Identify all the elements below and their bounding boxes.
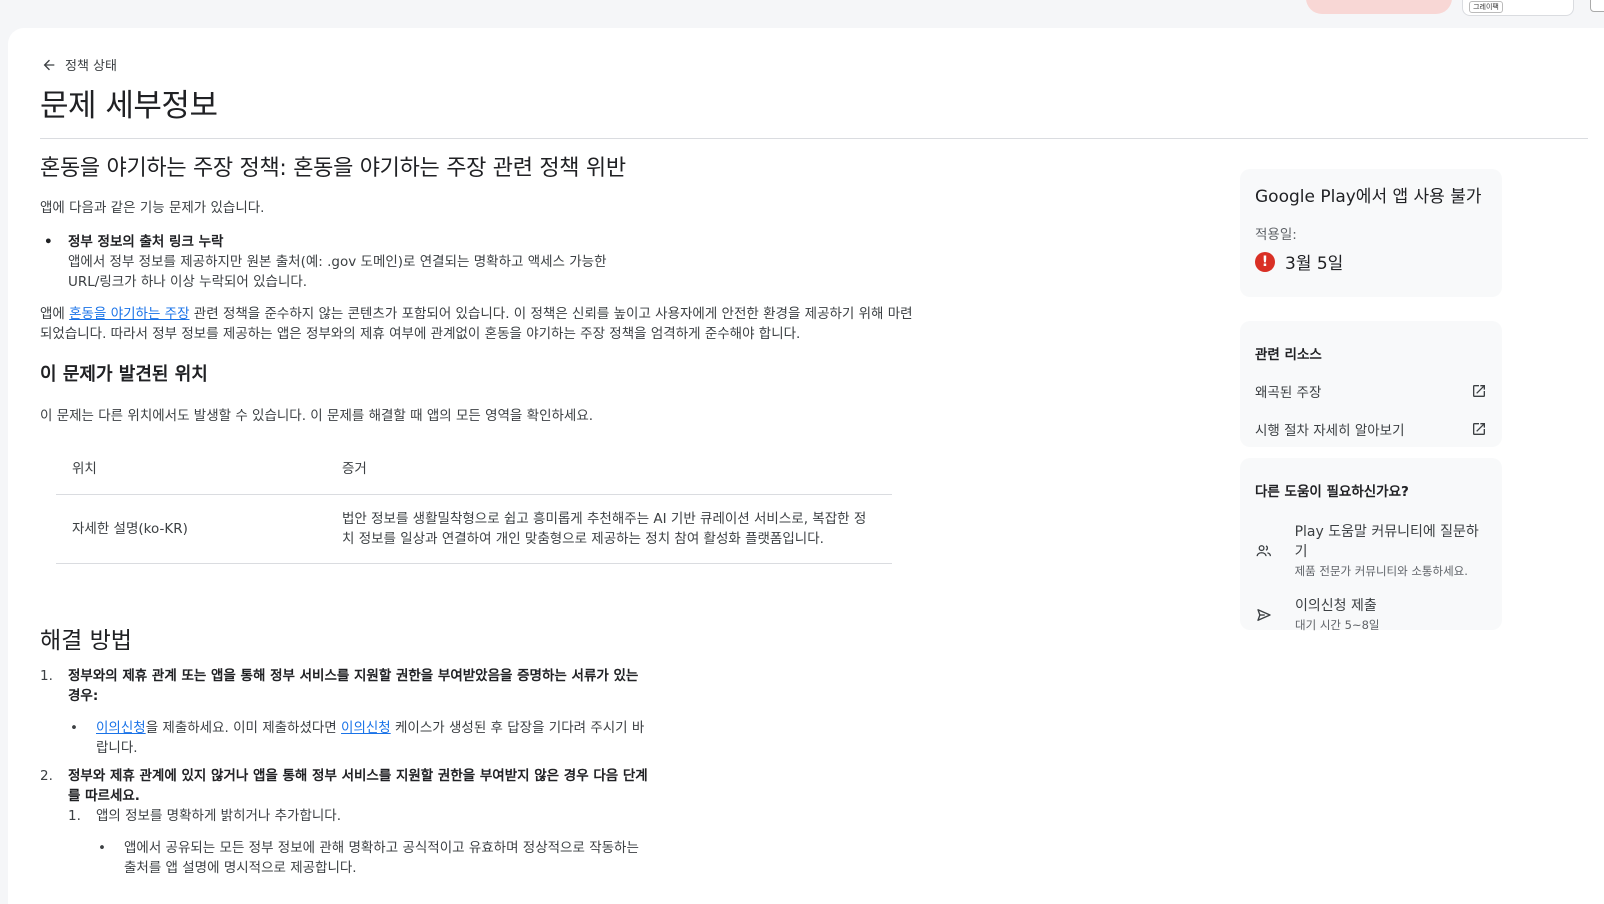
sub-1-text: 앱의 정보를 명확하게 밝히거나 추가합니다. — [96, 807, 342, 824]
table-row: 자세한 설명(ko-KR) 법안 정보를 생활밀착형으로 쉽고 흥미롭게 추천해… — [56, 494, 892, 564]
sub-1-number: 1. — [68, 807, 81, 824]
resources-title: 관련 리소스 — [1255, 347, 1322, 363]
appeal-link-1[interactable]: 이의신청 — [96, 720, 146, 736]
step-1-text: 정부와의 제휴 관계 또는 앱을 통해 정부 서비스를 지원할 권한을 부여받았… — [68, 667, 639, 704]
help-title: 다른 도움이 필요하신가요? — [1255, 484, 1409, 500]
col-location: 위치 — [56, 444, 326, 495]
sub-1-bullet: 앱에서 공유되는 모든 정부 정보에 관해 명확하고 공식적이고 유효하며 정상… — [96, 838, 650, 878]
back-label: 정책 상태 — [65, 59, 117, 74]
top-pill-button[interactable] — [1306, 0, 1452, 14]
back-link[interactable]: 정책 상태 — [41, 55, 117, 74]
resource-label: 시행 절차 자세히 알아보기 — [1255, 423, 1405, 439]
developer-logo: 그레이팩 — [1469, 1, 1503, 13]
issue-list: 정부 정보의 출처 링크 누락 앱에서 정부 정보를 제공하지만 원본 출처(예… — [44, 232, 920, 292]
send-icon — [1257, 609, 1271, 621]
issue-bullet-title: 정부 정보의 출처 링크 누락 — [44, 232, 920, 252]
resources-card: 관련 리소스 왜곡된 주장 시행 절차 자세히 알아보기 — [1240, 321, 1502, 447]
header-divider — [40, 138, 1588, 139]
applied-label: 적용일: — [1255, 227, 1297, 243]
open-in-new-icon — [1473, 423, 1485, 435]
appeal-sub: 대기 시간 5~8일 — [1295, 618, 1380, 632]
page-title: 문제 세부정보 — [40, 88, 218, 124]
step-2-text: 정부와 제휴 관계에 있지 않거나 앱을 통해 정부 서비스를 지원할 권한을 … — [68, 767, 648, 804]
policy-prefix: 앱에 — [40, 306, 70, 322]
col-evidence: 증거 — [326, 444, 892, 495]
step-1-number: 1. — [40, 667, 53, 684]
issue-bullet-desc: 앱에서 정부 정보를 제공하지만 원본 출처(예: .gov 도메인)로 연결되… — [68, 254, 607, 290]
location-note: 이 문제는 다른 위치에서도 발생할 수 있습니다. 이 문제를 해결할 때 앱… — [40, 408, 594, 424]
status-card: Google Play에서 앱 사용 불가 적용일: ! 3월 5일 — [1240, 169, 1502, 297]
resource-label: 왜곡된 주장 — [1255, 385, 1322, 401]
location-heading: 이 문제가 발견된 위치 — [40, 364, 208, 385]
issue-content: 혼동을 야기하는 주장 정책: 혼동을 야기하는 주장 관련 정책 위반 앱에 … — [40, 146, 920, 886]
help-card: 다른 도움이 필요하신가요? Play 도움말 커뮤니티에 질문하기 제품 전문… — [1240, 458, 1502, 632]
top-bar: 그레이팩 — [0, 0, 1604, 28]
applied-date-row: ! 3월 5일 — [1255, 249, 1487, 274]
fix-step-2: 2. 정부와 제휴 관계에 있지 않거나 앱을 통해 정부 서비스를 지원할 권… — [40, 766, 650, 878]
community-label: Play 도움말 커뮤니티에 질문하기 — [1294, 524, 1479, 560]
main-panel: 정책 상태 문제 세부정보 혼동을 야기하는 주장 정책: 혼동을 야기하는 주… — [8, 28, 1604, 904]
step-2-sub-1: 1. 앱의 정보를 명확하게 밝히거나 추가합니다. 앱에서 공유되는 모든 정… — [68, 806, 650, 878]
people-icon — [1256, 545, 1272, 557]
appeal-link-2[interactable]: 이의신청 — [341, 720, 391, 736]
help-community[interactable]: Play 도움말 커뮤니티에 질문하기 제품 전문가 커뮤니티와 소통하세요. — [1255, 522, 1487, 580]
policy-link[interactable]: 혼동을 야기하는 주장 — [69, 306, 189, 322]
top-edge-button[interactable] — [1590, 0, 1604, 12]
resource-link-distorted-claims[interactable]: 왜곡된 주장 — [1255, 381, 1487, 401]
issue-title: 혼동을 야기하는 주장 정책: 혼동을 야기하는 주장 관련 정책 위반 — [40, 156, 626, 181]
fix-step-1: 1. 정부와의 제휴 관계 또는 앱을 통해 정부 서비스를 지원할 권한을 부… — [40, 666, 650, 758]
applied-date: 3월 5일 — [1285, 254, 1344, 274]
open-in-new-icon — [1473, 385, 1485, 397]
error-icon: ! — [1255, 251, 1275, 272]
step-1-mid: 을 제출하세요. 이미 제출하셨다면 — [145, 719, 342, 736]
step-2-number: 2. — [40, 767, 53, 784]
step-1-bullet: 이의신청을 제출하세요. 이미 제출하셨다면 이의신청 케이스가 생성된 후 답… — [68, 718, 650, 758]
account-chip[interactable]: 그레이팩 — [1462, 0, 1574, 16]
fix-steps: 1. 정부와의 제휴 관계 또는 앱을 통해 정부 서비스를 지원할 권한을 부… — [40, 666, 650, 878]
arrow-back-icon — [43, 59, 55, 70]
community-sub: 제품 전문가 커뮤니티와 소통하세요. — [1294, 564, 1468, 578]
resource-link-enforcement[interactable]: 시행 절차 자세히 알아보기 — [1255, 419, 1487, 439]
help-appeal[interactable]: 이의신청 제출 대기 시간 5~8일 — [1255, 596, 1487, 634]
row-location: 자세한 설명(ko-KR) — [56, 494, 326, 564]
fix-heading: 해결 방법 — [40, 627, 132, 654]
status-title: Google Play에서 앱 사용 불가 — [1255, 187, 1482, 207]
policy-paragraph: 앱에 혼동을 야기하는 주장 관련 정책을 준수하지 않는 콘텐츠가 포함되어 … — [40, 304, 920, 344]
row-evidence: 법안 정보를 생활밀착형으로 쉽고 흥미롭게 추천해주는 AI 기반 큐레이션 … — [326, 494, 892, 564]
appeal-label: 이의신청 제출 — [1295, 598, 1377, 614]
location-table: 위치 증거 자세한 설명(ko-KR) 법안 정보를 생활밀착형으로 쉽고 흥미… — [56, 444, 892, 564]
issue-intro: 앱에 다음과 같은 기능 문제가 있습니다. — [40, 200, 265, 216]
